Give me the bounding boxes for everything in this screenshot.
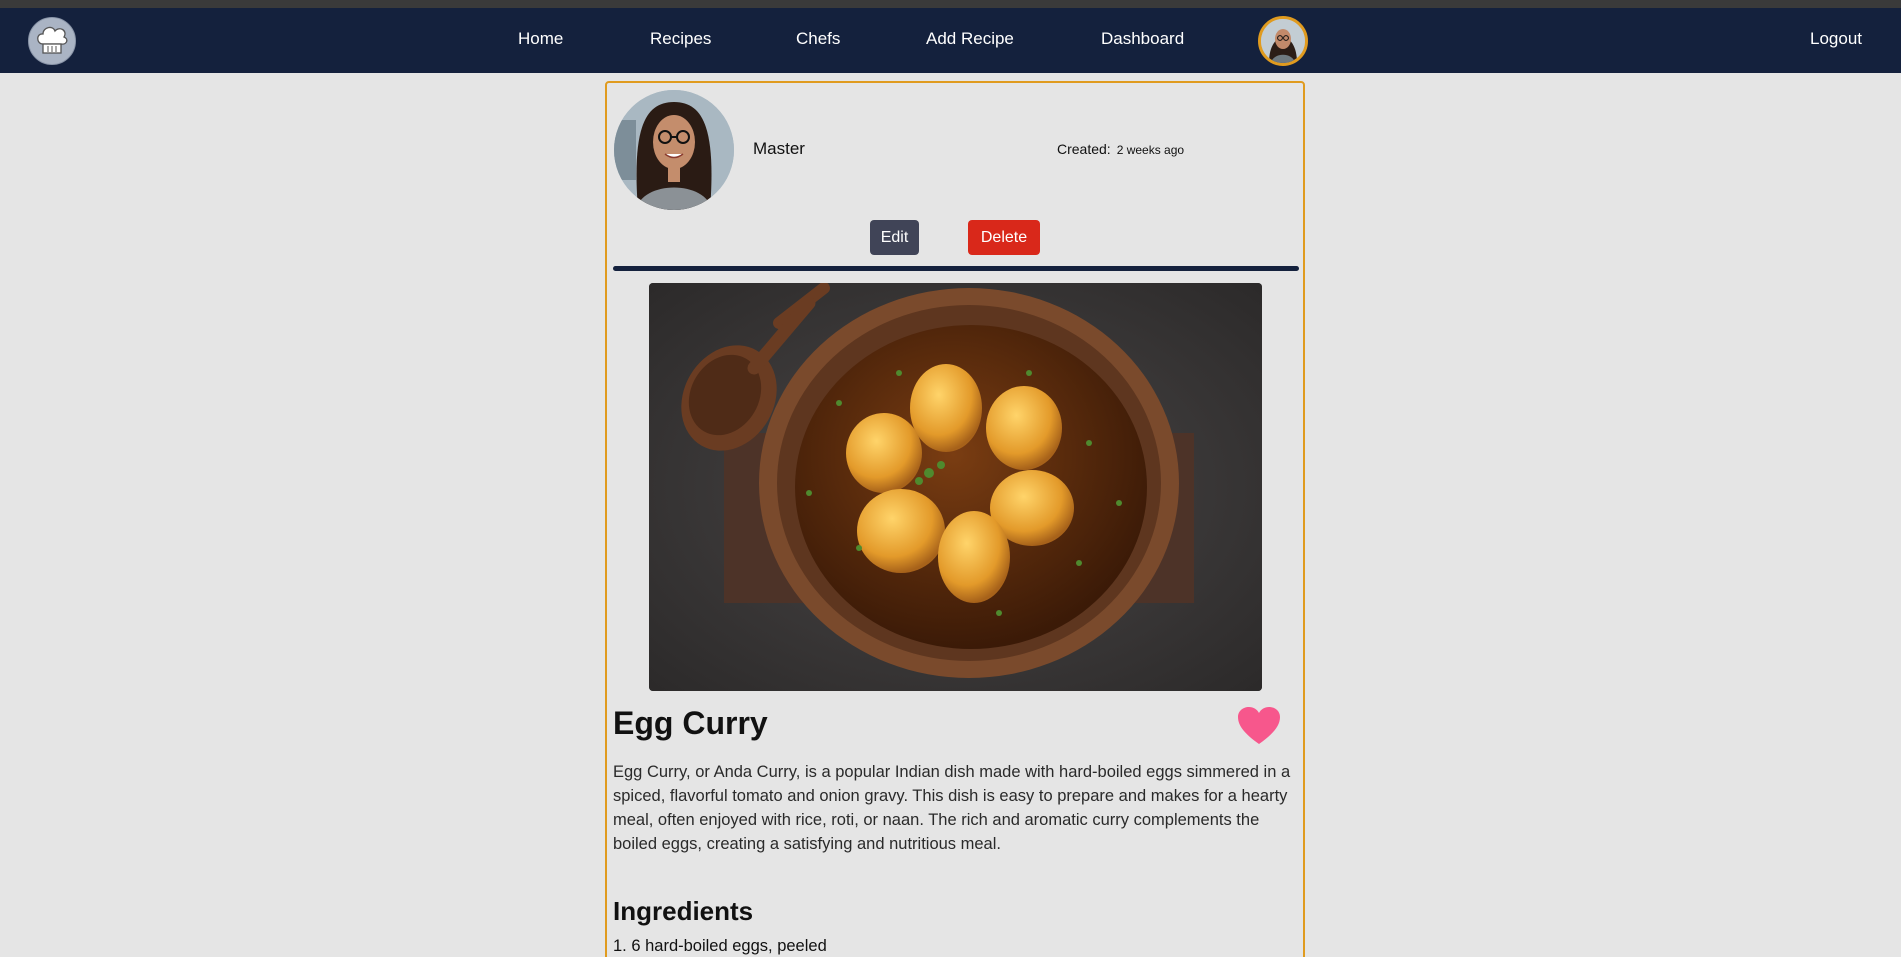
nav-home-link[interactable]: Home: [518, 29, 563, 49]
author-avatar: [614, 90, 734, 210]
ingredient-item: 1. 6 hard-boiled eggs, peeled: [613, 937, 827, 955]
author-name[interactable]: Master: [753, 139, 805, 159]
created-label: Created:: [1057, 141, 1111, 157]
heart-icon[interactable]: [1237, 706, 1281, 746]
user-avatar[interactable]: [1258, 16, 1308, 66]
browser-top-strip: [0, 0, 1901, 8]
recipe-description: Egg Curry, or Anda Curry, is a popular I…: [613, 763, 1291, 853]
ingredients-heading: Ingredients: [613, 896, 754, 926]
recipe-image: [649, 283, 1262, 691]
nav-chefs-link[interactable]: Chefs: [796, 29, 840, 49]
nav-add-recipe-link[interactable]: Add Recipe: [926, 29, 1014, 49]
created-info: Created: 2 weeks ago: [1057, 141, 1184, 157]
navbar: Home Recipes Chefs Add Recipe Dashboard …: [0, 8, 1901, 73]
delete-button[interactable]: Delete: [968, 220, 1040, 255]
nav-recipes-link[interactable]: Recipes: [650, 29, 711, 49]
nav-dashboard-link[interactable]: Dashboard: [1101, 29, 1184, 49]
recipe-card: Master Created: 2 weeks ago Edit Delete: [605, 81, 1305, 957]
recipe-title: Egg Curry: [613, 705, 768, 741]
edit-button[interactable]: Edit: [870, 220, 919, 255]
created-value: 2 weeks ago: [1116, 143, 1185, 157]
divider: [613, 266, 1299, 271]
logout-link[interactable]: Logout: [1810, 29, 1862, 49]
